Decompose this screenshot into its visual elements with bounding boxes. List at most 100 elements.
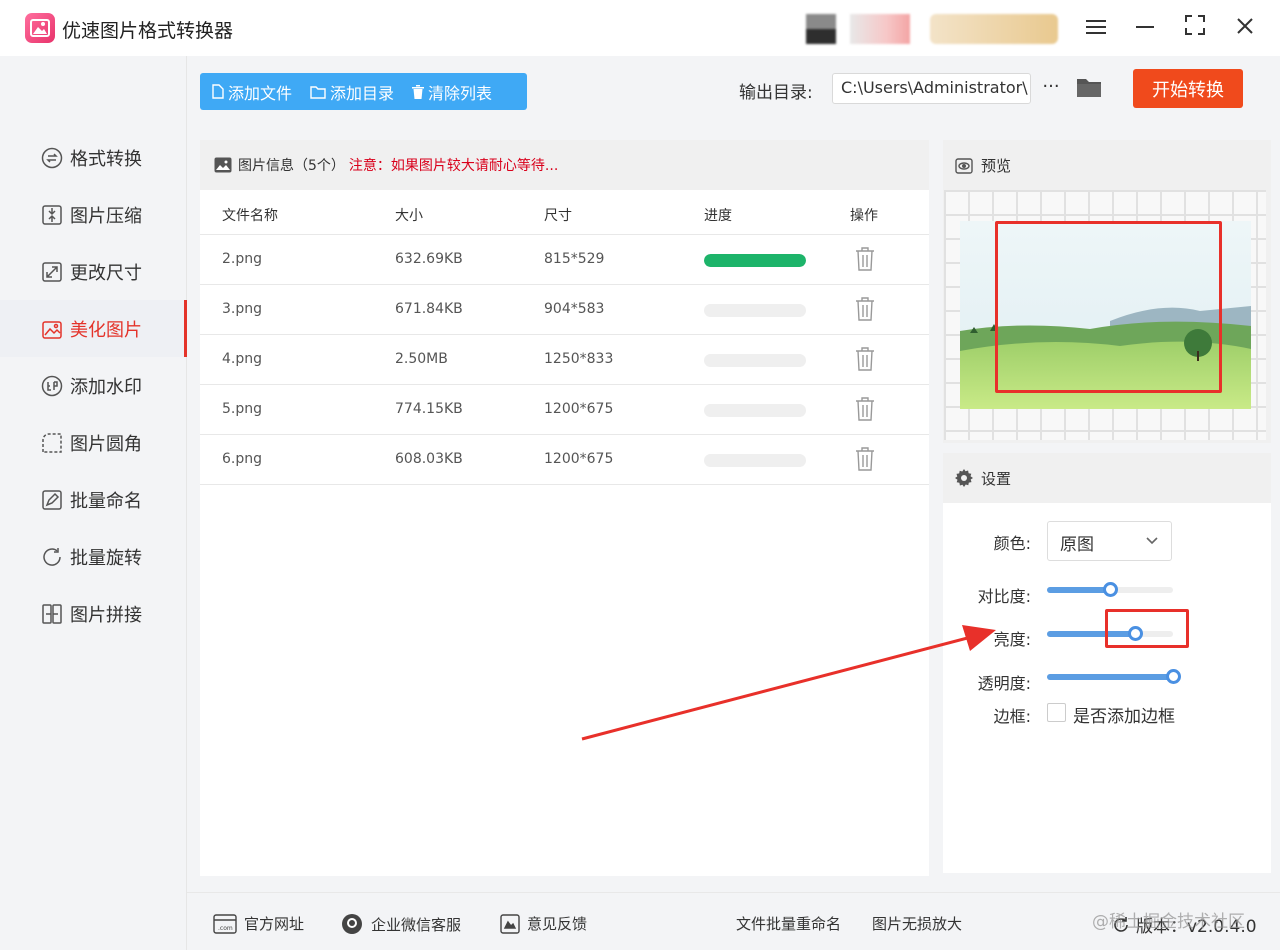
sidebar-item-label: 美化图片 — [70, 319, 142, 341]
app-title: 优速图片格式转换器 — [62, 20, 234, 42]
file-toolbar: 添加文件 添加目录 清除列表 — [200, 73, 527, 110]
progress-bar — [704, 404, 806, 417]
progress-fill — [704, 254, 806, 267]
slider-fill — [1047, 587, 1110, 593]
contrast-label: 对比度: — [977, 587, 1031, 606]
progress-bar — [704, 354, 806, 367]
column-header-dims: 尺寸 — [544, 208, 572, 224]
file-name: 4.png — [222, 351, 263, 367]
sidebar-item-label: 图片压缩 — [70, 205, 142, 227]
file-name: 2.png — [222, 251, 263, 267]
slider-handle[interactable] — [1166, 669, 1181, 684]
output-dir-label: 输出目录: — [739, 83, 813, 103]
sidebar-item-label: 批量旋转 — [70, 547, 142, 569]
file-size: 2.50MB — [395, 351, 448, 367]
sidebar-item-compress[interactable]: 图片压缩 — [0, 186, 187, 243]
table-row[interactable]: 5.png 774.15KB 1200*675 — [200, 385, 929, 435]
sidebar-item-label: 格式转换 — [70, 148, 142, 170]
website-icon: .com — [213, 913, 237, 934]
sidebar-item-rounded-corner[interactable]: 图片圆角 — [0, 414, 187, 471]
table-row[interactable]: 3.png 671.84KB 904*583 — [200, 285, 929, 335]
more-options-button[interactable]: ··· — [1040, 74, 1062, 102]
close-icon[interactable] — [1231, 14, 1259, 42]
file-name: 3.png — [222, 301, 263, 317]
file-list-panel: 图片信息（5个） 注意：如果图片较大请耐心等待... 文件名称 大小 尺寸 进度… — [200, 140, 929, 876]
feedback-icon — [500, 913, 520, 934]
sidebar-item-stitch[interactable]: 图片拼接 — [0, 585, 187, 642]
sidebar-item-label: 批量命名 — [70, 490, 142, 512]
opacity-slider[interactable] — [1047, 669, 1181, 684]
table-row[interactable]: 6.png 608.03KB 1200*675 — [200, 435, 929, 485]
format-convert-icon — [40, 146, 64, 170]
resize-icon — [40, 260, 64, 284]
file-size: 671.84KB — [395, 301, 463, 317]
watermark-text: @稀土掘金技术社区 — [1092, 912, 1245, 932]
delete-icon[interactable] — [855, 247, 875, 275]
slider-handle[interactable] — [1103, 582, 1118, 597]
slider-fill — [1047, 674, 1173, 680]
rename-icon — [40, 488, 64, 512]
minimize-icon[interactable] — [1131, 14, 1159, 42]
border-checkbox[interactable] — [1047, 703, 1066, 722]
add-file-button[interactable]: 添加文件 — [200, 73, 298, 110]
maximize-icon[interactable] — [1181, 14, 1209, 42]
progress-bar — [704, 454, 806, 467]
sidebar-item-beautify[interactable]: 美化图片 — [0, 300, 187, 357]
app-logo-icon — [25, 13, 55, 43]
trash-icon — [412, 84, 425, 99]
lossless-enlarge-link[interactable]: 图片无损放大 — [872, 913, 962, 934]
highlight-box — [1105, 609, 1189, 648]
sidebar-item-format-convert[interactable]: 格式转换 — [0, 129, 187, 186]
file-name: 5.png — [222, 401, 263, 417]
sidebar-item-resize[interactable]: 更改尺寸 — [0, 243, 187, 300]
settings-panel: 设置 颜色: 原图 对比度: 亮度: 透明度: 边框: 是否添加边框 — [943, 453, 1271, 873]
highlight-box — [995, 221, 1222, 393]
open-folder-icon[interactable] — [1076, 76, 1102, 102]
table-row[interactable]: 2.png 632.69KB 815*529 — [200, 235, 929, 285]
file-dims: 815*529 — [544, 251, 605, 267]
website-link[interactable]: .com 官方网址 — [213, 913, 304, 934]
sidebar-item-rename[interactable]: 批量命名 — [0, 471, 187, 528]
border-label: 边框: — [993, 707, 1031, 726]
file-size: 774.15KB — [395, 401, 463, 417]
menu-icon[interactable] — [1082, 14, 1110, 42]
add-dir-button[interactable]: 添加目录 — [298, 73, 400, 110]
progress-bar — [704, 254, 806, 267]
avatar[interactable] — [806, 14, 836, 44]
delete-icon[interactable] — [855, 347, 875, 375]
column-header-name: 文件名称 — [222, 208, 278, 224]
beautify-icon — [40, 317, 64, 341]
folder-icon — [310, 85, 326, 99]
wechat-support-link[interactable]: 企业微信客服 — [340, 913, 461, 935]
contrast-slider[interactable] — [1047, 582, 1173, 597]
file-size: 608.03KB — [395, 451, 463, 467]
avatar[interactable] — [850, 14, 910, 44]
bottom-bar: .com 官方网址 企业微信客服 意见反馈 文件批量重命名 图片无损放大 版本：… — [187, 892, 1280, 950]
feedback-link[interactable]: 意见反馈 — [500, 913, 587, 934]
output-dir-input[interactable]: C:\Users\Administrator\ — [832, 73, 1031, 104]
opacity-label: 透明度: — [977, 674, 1031, 693]
start-convert-button[interactable]: 开始转换 — [1133, 69, 1243, 108]
eye-icon — [955, 157, 973, 174]
sidebar-item-watermark[interactable]: 添加水印 — [0, 357, 187, 414]
column-header-actions: 操作 — [850, 208, 878, 224]
sidebar-item-rotate[interactable]: 批量旋转 — [0, 528, 187, 585]
file-dims: 1200*675 — [544, 451, 614, 467]
stitch-icon — [40, 602, 64, 626]
file-icon — [212, 84, 224, 99]
sidebar-item-label: 图片拼接 — [70, 604, 142, 626]
gear-icon — [955, 469, 973, 487]
delete-icon[interactable] — [855, 397, 875, 425]
batch-rename-link[interactable]: 文件批量重命名 — [736, 913, 841, 934]
sidebar-item-label: 添加水印 — [70, 376, 142, 398]
color-select[interactable]: 原图 — [1047, 521, 1172, 561]
delete-icon[interactable] — [855, 447, 875, 475]
settings-header: 设置 — [943, 453, 1271, 503]
chevron-down-icon — [1145, 532, 1159, 552]
delete-icon[interactable] — [855, 297, 875, 325]
clear-list-button[interactable]: 清除列表 — [400, 73, 498, 110]
vip-badge[interactable] — [930, 14, 1058, 44]
file-dims: 1200*675 — [544, 401, 614, 417]
table-row[interactable]: 4.png 2.50MB 1250*833 — [200, 335, 929, 385]
image-icon — [214, 157, 232, 173]
